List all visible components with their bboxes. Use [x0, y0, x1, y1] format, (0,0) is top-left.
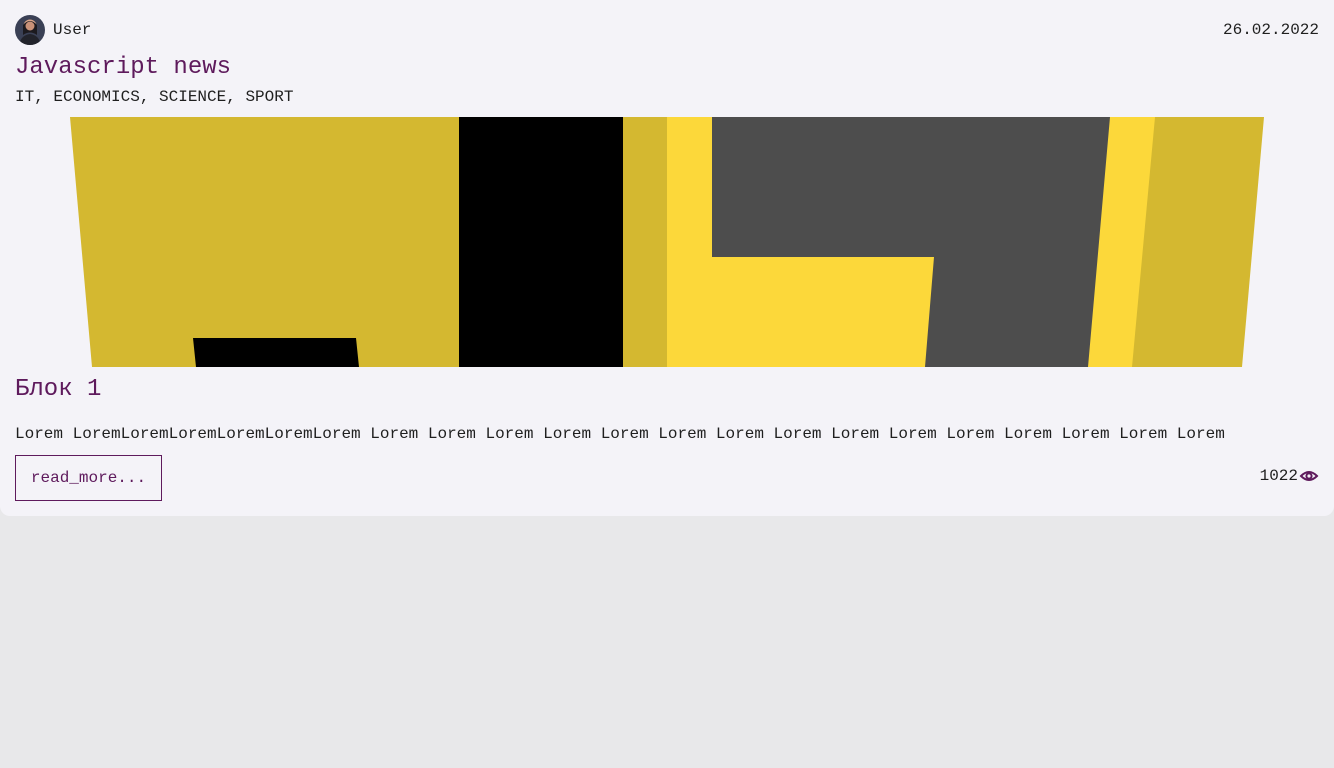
post-date: 26.02.2022	[1222, 21, 1319, 39]
card-header: User 26.02.2022	[15, 15, 1319, 45]
author[interactable]: User	[15, 15, 91, 45]
block-title: Блок 1	[15, 376, 102, 403]
news-card: User 26.02.2022 Javascript news IT, ECON…	[0, 0, 1334, 516]
read-more-button[interactable]: read_more...	[15, 455, 162, 501]
avatar[interactable]	[15, 15, 45, 45]
author-name[interactable]: User	[53, 21, 91, 39]
post-excerpt: Lorem LoremLoremLoremLoremLoremLorem Lor…	[15, 425, 1225, 443]
eye-icon	[1299, 471, 1319, 481]
post-tags: IT, ECONOMICS, SCIENCE, SPORT	[15, 88, 294, 106]
post-title[interactable]: Javascript news	[15, 53, 231, 83]
javascript-logo-image	[70, 117, 1264, 367]
views-counter: 1022	[1260, 466, 1319, 486]
views-count: 1022	[1259, 467, 1298, 485]
